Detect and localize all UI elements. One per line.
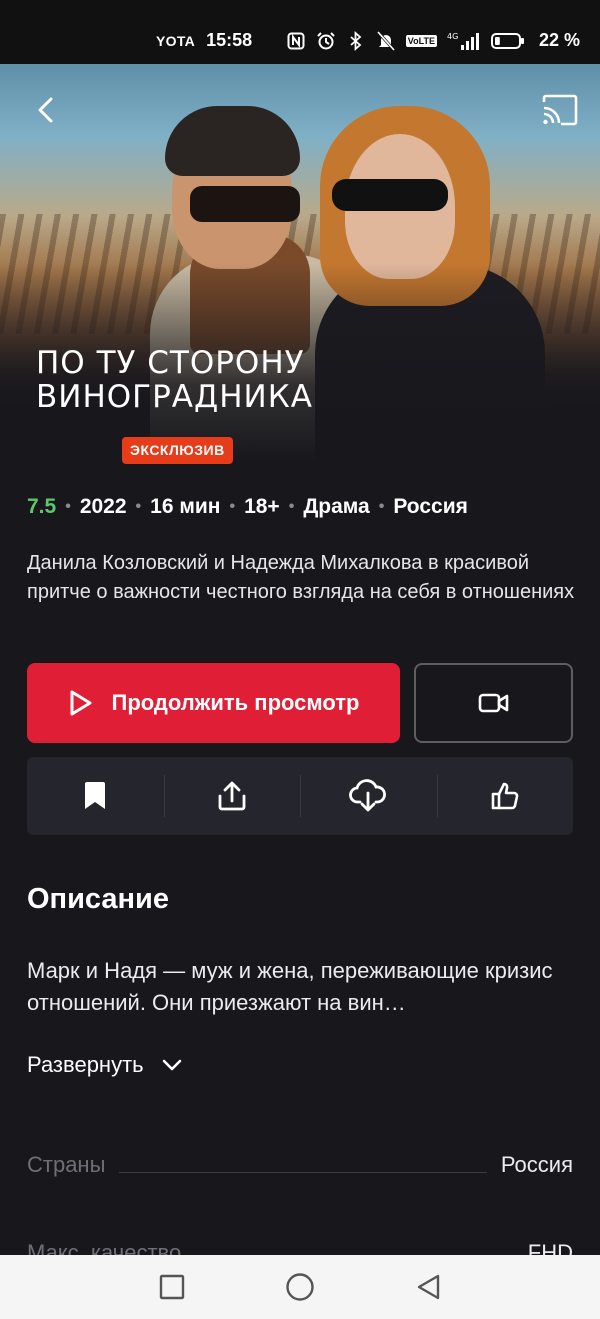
- share-button[interactable]: [163, 757, 301, 835]
- status-time-area: YOTA 15:58: [156, 30, 252, 51]
- continue-watching-label: Продолжить просмотр: [111, 690, 360, 715]
- bookmark-button[interactable]: [27, 757, 164, 835]
- like-icon: [491, 782, 519, 810]
- info-row-countries: Страны Россия: [27, 1152, 573, 1178]
- signal-icon: 4G: [447, 31, 481, 51]
- bookmark-icon: [85, 782, 106, 809]
- carrier-name: YOTA: [156, 33, 196, 49]
- like-button[interactable]: [436, 757, 574, 835]
- clock: 15:58: [206, 30, 253, 50]
- cast-button[interactable]: [540, 92, 580, 128]
- download-icon: [349, 779, 387, 812]
- recents-square-icon: [159, 1274, 185, 1300]
- info-divider: [119, 1171, 487, 1173]
- battery-percent: 22 %: [538, 30, 580, 50]
- info-value: Россия: [500, 1152, 573, 1177]
- exclusive-badge: ЭКСКЛЮЗИВ: [122, 437, 233, 464]
- expand-label: Развернуть: [27, 1052, 144, 1077]
- mute-bell-icon: [376, 30, 396, 51]
- info-key: Страны: [27, 1152, 106, 1177]
- back-button[interactable]: [28, 92, 64, 128]
- home-circle-icon: [286, 1273, 314, 1301]
- home-button[interactable]: [284, 1271, 316, 1303]
- separator-dot: •: [65, 498, 71, 515]
- age-rating: 18+: [244, 495, 280, 518]
- back-nav-button[interactable]: [412, 1271, 444, 1303]
- volte-badge: VoLTE: [405, 34, 437, 47]
- bluetooth-icon: [346, 30, 366, 51]
- description-heading: Описание: [27, 883, 169, 915]
- alarm-icon: [316, 31, 336, 51]
- expand-button[interactable]: Развернуть: [27, 1052, 182, 1078]
- back-triangle-icon: [417, 1274, 440, 1300]
- quick-actions-bar: [27, 757, 573, 835]
- separator-dot: •: [378, 498, 385, 515]
- battery-icon: [490, 31, 525, 51]
- separator-dot: •: [135, 498, 142, 515]
- actor-1-sunglasses: [190, 186, 300, 222]
- title-line-1: ПО ТУ СТОРОНУ: [36, 345, 305, 381]
- recents-button[interactable]: [156, 1271, 188, 1303]
- rating: 7.5: [27, 495, 57, 518]
- title-line-2: ВИНОГРАДНИКА: [36, 379, 313, 415]
- actor-2-sunglasses: [332, 179, 448, 211]
- separator-dot: •: [288, 498, 295, 515]
- chevron-left-icon: [38, 97, 53, 123]
- year: 2022: [79, 495, 127, 518]
- video-camera-icon: [478, 693, 508, 713]
- duration: 16 мин: [150, 495, 221, 518]
- movie-meta: 7.5 • 2022 • 16 мин • 18+ • Драма • Росс…: [27, 495, 468, 519]
- cast-icon: [542, 94, 578, 126]
- movie-title-logo: ПО ТУ СТОРОНУ ВИНОГРАДНИКА: [36, 346, 456, 414]
- tagline: Данила Козловский и Надежда Михалкова в …: [27, 552, 575, 603]
- svg-text:4G: 4G: [447, 32, 458, 41]
- continue-watching-button[interactable]: Продолжить просмотр: [27, 663, 400, 743]
- status-bar: YOTA 15:58 VoLTE 4G 22 %: [0, 0, 600, 64]
- separator-dot: •: [229, 498, 236, 515]
- country: Россия: [393, 495, 468, 518]
- play-icon: [70, 690, 92, 716]
- system-navigation-bar: [0, 1255, 600, 1319]
- actor-1-hair: [165, 106, 300, 176]
- share-icon: [218, 781, 246, 811]
- genre: Драма: [303, 495, 370, 518]
- nfc-icon: [286, 31, 306, 51]
- status-icons: VoLTE 4G 22 %: [286, 30, 580, 51]
- trailer-button[interactable]: [414, 663, 573, 743]
- chevron-down-icon: [162, 1059, 181, 1071]
- download-button[interactable]: [300, 757, 437, 835]
- description-text: Марк и Надя — муж и жена, переживающие к…: [27, 958, 553, 1015]
